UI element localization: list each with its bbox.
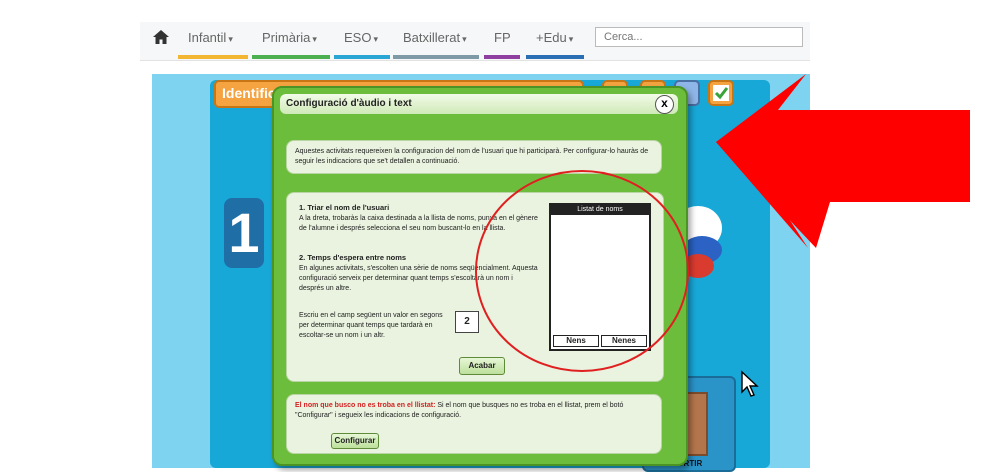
- search-input[interactable]: [595, 27, 803, 47]
- mouse-cursor-icon: [741, 370, 759, 397]
- nav-item-edu[interactable]: +Edu ▾: [536, 30, 573, 45]
- nav-item-infantil[interactable]: Infantil ▾: [188, 30, 233, 45]
- nav-item-fp[interactable]: FP: [494, 30, 511, 45]
- step1-title: 1. Triar el nom de l'usuari: [299, 203, 390, 212]
- step2-title: 2. Temps d'espera entre noms: [299, 253, 407, 262]
- wait-field-text: Escriu en el camp següent un valor en se…: [299, 312, 443, 339]
- nav-underline-fp: [484, 55, 520, 59]
- nav-underline-batxillerat: [393, 55, 479, 59]
- nav-underline-primaria: [252, 55, 330, 59]
- intro-text: Aquestes activitats requereixen la confi…: [295, 148, 649, 165]
- big-number-one: 1: [224, 198, 264, 268]
- highlight-circle: [475, 170, 689, 372]
- close-icon[interactable]: x: [655, 95, 674, 114]
- not-found-panel: El nom que busco no es troba en el llist…: [286, 394, 662, 454]
- dialog-title: Configuració d'àudio i text: [286, 98, 412, 109]
- nav-item-batxillerat[interactable]: Batxillerat ▾: [403, 30, 467, 45]
- nav-underline-infantil: [178, 55, 248, 59]
- nav-underline-eso: [334, 55, 390, 59]
- configure-button[interactable]: Configurar: [331, 433, 379, 449]
- nav-underline-edu: [526, 55, 584, 59]
- not-found-title: El nom que busco no es troba en el llist…: [295, 402, 436, 409]
- nav-item-eso[interactable]: ESO ▾: [344, 30, 378, 45]
- home-icon[interactable]: [152, 28, 170, 46]
- nav-item-primaria[interactable]: Primària ▾: [262, 30, 317, 45]
- top-navbar: Infantil ▾ Primària ▾ ESO ▾ Batxillerat ▾ FP…: [140, 22, 810, 61]
- red-arrow-icon: [716, 74, 970, 248]
- dialog-header: Configuració d'àudio i text x: [280, 94, 678, 114]
